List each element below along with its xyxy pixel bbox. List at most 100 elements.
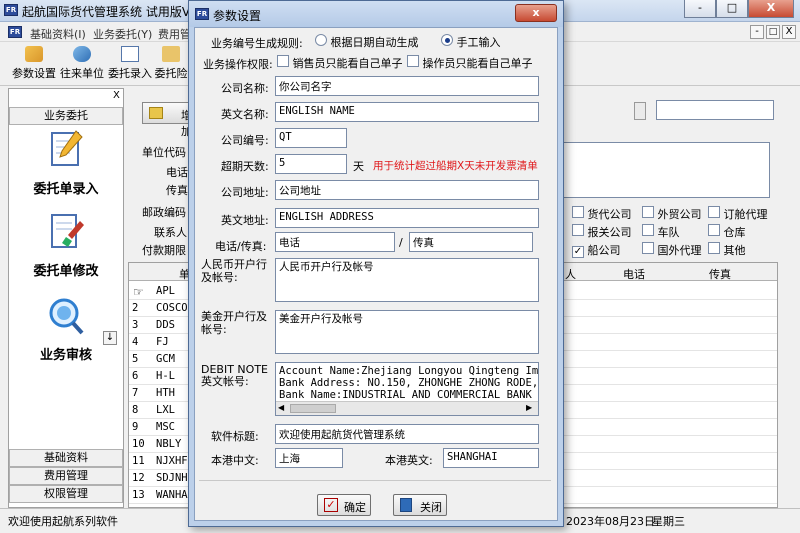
rmb-account-textarea[interactable]: 人民币开户行及帐号 [275, 258, 539, 302]
nav-section-header[interactable]: 业务委托 [9, 107, 123, 125]
nav-tab-permissions[interactable]: 权限管理 [9, 485, 123, 503]
debit-note-label: DEBIT NOTE 英文帐号: [201, 363, 268, 388]
checkbox-warehouse[interactable]: 仓库 [708, 224, 746, 240]
checkbox-sales-own-only[interactable]: 销售员只能看自己单子 [277, 55, 403, 71]
nav-item-order-entry[interactable]: 委托单录入 [9, 129, 123, 197]
search-input[interactable] [656, 100, 774, 120]
company-name-input[interactable]: 你公司名字 [275, 76, 539, 96]
status-weekday: 星期三 [652, 515, 685, 528]
status-welcome: 欢迎使用起航系列软件 [8, 515, 118, 528]
label-payment-term: 付款期限 [142, 244, 186, 257]
row-number: 12 [132, 472, 145, 484]
menu-business[interactable]: 业务委托(Y) [93, 26, 152, 42]
row-code: HTH [156, 387, 175, 399]
menu-app-icon: FR [8, 26, 22, 38]
grid-col-phone: 电话 [623, 268, 645, 281]
checkbox-shipping-line[interactable]: ✓ 船公司 [572, 242, 621, 258]
dialog-separator [199, 480, 551, 481]
close-button-label: 关闭 [420, 501, 442, 514]
software-title-input[interactable]: 欢迎使用起航货代管理系统 [275, 424, 539, 444]
dialog-close-icon[interactable]: x [515, 4, 557, 22]
phone-fax-label: 电话/传真: [215, 240, 267, 253]
label-unit-code: 单位代码 [142, 146, 186, 159]
settings-icon [25, 46, 43, 62]
minimize-button[interactable]: - [684, 0, 716, 18]
checkbox-forwarder[interactable]: 货代公司 [572, 206, 632, 222]
english-address-input[interactable]: ENGLISH ADDRESS [275, 208, 539, 228]
toolbar-entry-button[interactable]: 委托录入 [106, 44, 154, 84]
scroll-down-icon[interactable]: ↓ [103, 331, 117, 345]
checkbox-overseas-agent[interactable]: 国外代理 [642, 242, 702, 258]
debit-note-scrollbar[interactable]: ◀ ▶ [276, 401, 538, 415]
checkbox-operator-own-only[interactable]: 操作员只能看自己单子 [407, 55, 533, 71]
radio-manual-icon [441, 34, 453, 46]
nav-item-order-edit[interactable]: 委托单修改 [9, 211, 123, 279]
row-number: 3 [132, 319, 139, 331]
software-title-label: 软件标题: [211, 430, 259, 443]
status-date: 2023年08月23日 [566, 515, 655, 528]
scroll-right-icon[interactable]: ▶ [526, 403, 532, 412]
maximize-button[interactable]: □ [716, 0, 748, 18]
menu-fees[interactable]: 费用管 [158, 26, 191, 42]
row-number: 7 [132, 387, 139, 399]
checkbox-trade-company[interactable]: 外贸公司 [642, 206, 702, 222]
company-code-label: 公司编号: [221, 134, 269, 147]
toolbar-insurance-button[interactable]: 委托险 [154, 44, 188, 84]
address-input[interactable]: 公司地址 [275, 180, 539, 200]
row-number: 11 [132, 455, 145, 467]
contacts-icon [73, 46, 91, 62]
left-nav-panel: X 业务委托 委托单录入 委托单修改 业务审核 ↓ 基础资料 费用管理 权限管理 [8, 88, 124, 508]
panel-close-icon[interactable]: X [113, 90, 120, 101]
radio-manual-input[interactable]: 手工输入 [441, 34, 501, 50]
nav-tab-fees[interactable]: 费用管理 [9, 467, 123, 485]
grid-col-contact: 人 [565, 268, 576, 281]
dialog-body: 业务编号生成规则: 根据日期自动生成 手工输入 业务操作权限: 销售员只能看自己… [194, 27, 558, 521]
grid-col-fax: 传真 [709, 268, 731, 281]
filter-dropdown[interactable] [634, 102, 646, 120]
menu-basic-data[interactable]: 基础资料(I) [30, 26, 86, 42]
nav-item-audit[interactable]: 业务审核 [9, 295, 123, 363]
nav-item-label: 业务审核 [39, 348, 92, 363]
mdi-restore-button[interactable]: □ [766, 25, 780, 39]
scroll-left-icon[interactable]: ◀ [278, 403, 284, 412]
checkbox-booking-agent[interactable]: 订舱代理 [708, 206, 768, 222]
close-dialog-button[interactable]: 关闭 [393, 494, 447, 516]
settings-dialog: FR 参数设置 x 业务编号生成规则: 根据日期自动生成 手工输入 业务操作权限… [188, 0, 564, 527]
company-code-input[interactable]: QT [275, 128, 347, 148]
company-name-label: 公司名称: [221, 82, 269, 95]
label-contact: 联系人 [154, 226, 187, 239]
overdue-days-input[interactable]: 5 [275, 154, 347, 174]
close-button[interactable]: X [748, 0, 794, 18]
port-cn-label: 本港中文: [211, 454, 259, 467]
fax-input[interactable]: 传真 [409, 232, 533, 252]
port-cn-input[interactable]: 上海 [275, 448, 343, 468]
checkbox-operator-label: 操作员只能看自己单子 [422, 57, 533, 70]
port-en-input[interactable]: SHANGHAI [443, 448, 539, 468]
toolbar-settings-label: 参数设置 [12, 67, 56, 80]
row-code: COSCO [156, 302, 188, 314]
label-phone: 电话 [166, 166, 188, 179]
phone-input[interactable]: 电话 [275, 232, 395, 252]
checkbox-customs-broker[interactable]: 报关公司 [572, 224, 632, 240]
usd-account-label: 美金开户行及帐号: [201, 310, 267, 336]
scroll-thumb[interactable] [290, 404, 336, 413]
dialog-title-bar[interactable]: FR 参数设置 x [189, 1, 563, 27]
checkbox-other[interactable]: 其他 [708, 242, 746, 258]
row-pointer-icon: ☞ [133, 285, 144, 299]
main-window-title: 起航国际货代管理系统 试用版V4.0 [22, 5, 210, 19]
toolbar-entry-label: 委托录入 [108, 67, 152, 80]
toolbar-settings-button[interactable]: 参数设置 [10, 44, 58, 84]
ok-button[interactable]: ✓ 确定 [317, 494, 371, 516]
english-name-input[interactable]: ENGLISH NAME [275, 102, 539, 122]
row-number: 13 [132, 489, 145, 501]
usd-account-textarea[interactable]: 美金开户行及帐号 [275, 310, 539, 354]
row-code: H-L [156, 370, 175, 382]
numbering-rule-label: 业务编号生成规则: [211, 37, 303, 50]
mdi-close-button[interactable]: X [782, 25, 796, 39]
toolbar-contacts-button[interactable]: 往来单位 [58, 44, 106, 84]
radio-auto-by-date[interactable]: 根据日期自动生成 [315, 34, 419, 50]
remarks-textarea[interactable] [558, 142, 770, 198]
nav-tab-basic-data[interactable]: 基础资料 [9, 449, 123, 467]
checkbox-trucking[interactable]: 车队 [642, 224, 680, 240]
mdi-minimize-button[interactable]: - [750, 25, 764, 39]
